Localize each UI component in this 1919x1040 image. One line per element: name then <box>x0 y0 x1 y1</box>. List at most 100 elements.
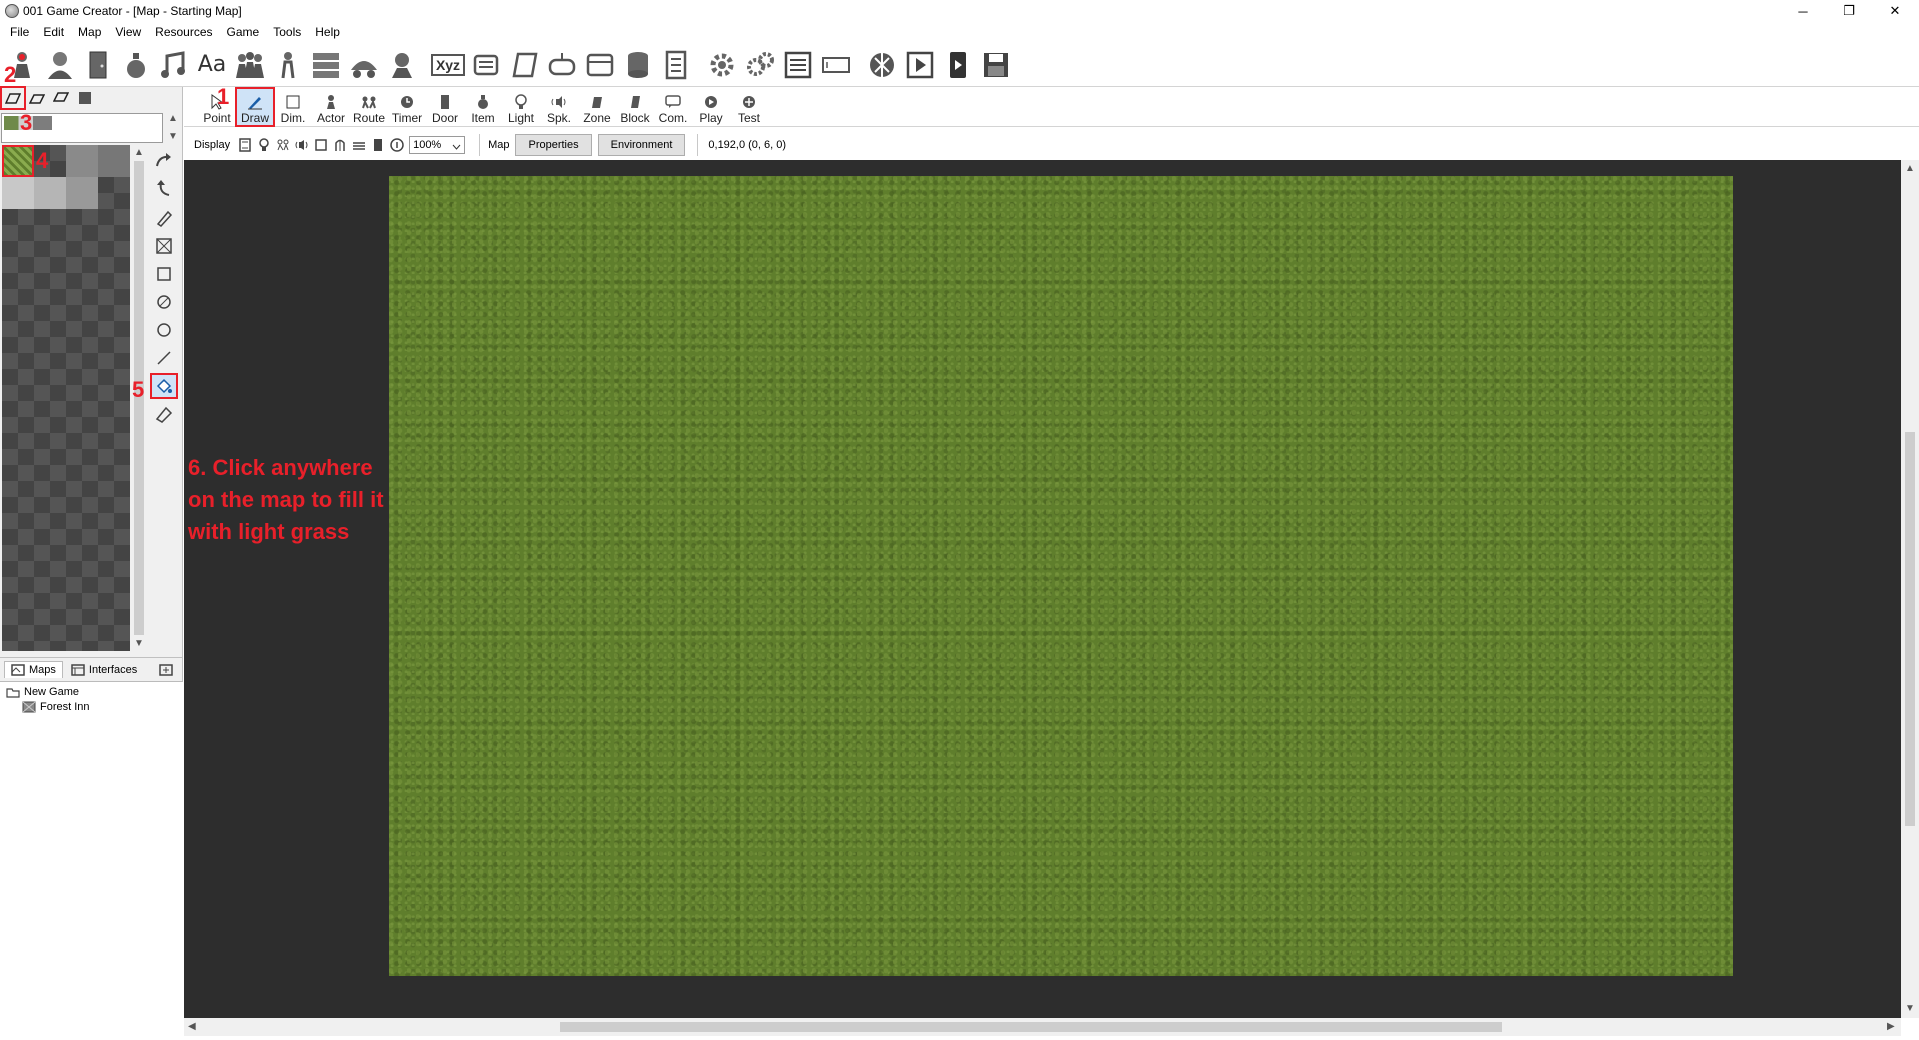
tab-maps[interactable]: Maps <box>4 661 63 678</box>
tree-node-forest-inn[interactable]: Forest Inn <box>22 701 90 713</box>
file-icon[interactable] <box>658 47 694 83</box>
notes-icon[interactable] <box>506 47 542 83</box>
maps-icon <box>11 664 25 676</box>
tab-interfaces[interactable]: Interfaces <box>65 662 143 678</box>
menu-tools[interactable]: Tools <box>266 25 308 39</box>
random-fill-icon[interactable] <box>150 233 178 259</box>
tileset-scrollbar[interactable]: ▲ ▼ <box>166 113 180 143</box>
database-icon[interactable] <box>582 47 618 83</box>
minimize-button[interactable]: ─ <box>1780 0 1826 22</box>
input-box-icon[interactable] <box>818 47 854 83</box>
list-icon[interactable] <box>308 47 344 83</box>
tree-node-new-game[interactable]: New Game <box>6 686 79 698</box>
tool-route[interactable]: Route <box>350 88 388 126</box>
environment-button[interactable]: Environment <box>597 134 686 156</box>
tile-stone-1[interactable] <box>66 145 98 177</box>
menu-file[interactable]: File <box>3 25 36 39</box>
tile-stone-4[interactable] <box>66 177 98 209</box>
rectangle-icon[interactable] <box>150 261 178 287</box>
tool-zone[interactable]: Zone <box>578 88 616 126</box>
tool-draw[interactable]: Draw <box>235 87 275 127</box>
potion-icon[interactable] <box>118 47 154 83</box>
filled-circle-icon[interactable] <box>150 289 178 315</box>
door-icon[interactable] <box>80 47 116 83</box>
film-icon[interactable] <box>236 137 253 154</box>
menu-list-icon[interactable] <box>780 47 816 83</box>
group-icon[interactable] <box>232 47 268 83</box>
eraser-icon[interactable] <box>150 401 178 427</box>
door-display-icon[interactable] <box>331 137 348 154</box>
undo-icon[interactable] <box>150 175 178 201</box>
pencil-icon[interactable] <box>150 205 178 231</box>
tile-stone-3[interactable] <box>34 177 66 209</box>
tile-palette[interactable] <box>2 145 130 651</box>
map-vertical-scrollbar[interactable]: ▲ ▼ <box>1901 160 1919 1018</box>
tool-dim[interactable]: Dim. <box>274 88 312 126</box>
gamepad-icon[interactable] <box>544 47 580 83</box>
tile-dark-grass[interactable] <box>2 177 34 209</box>
tile-light-grass[interactable] <box>2 145 34 177</box>
redo-icon[interactable] <box>150 147 178 173</box>
layer-tab-top[interactable] <box>50 88 72 108</box>
tool-comment[interactable]: Com. <box>654 88 692 126</box>
export-icon[interactable] <box>864 47 900 83</box>
tool-speaker[interactable]: Spk. <box>540 88 578 126</box>
sound-icon[interactable] <box>293 137 310 154</box>
tab-interfaces-label: Interfaces <box>88 663 138 676</box>
tool-door[interactable]: Door <box>426 88 464 126</box>
play-icon <box>704 93 718 111</box>
menu-help[interactable]: Help <box>308 25 347 39</box>
gear-icon[interactable] <box>704 47 740 83</box>
tool-actor[interactable]: Actor <box>312 88 350 126</box>
horizontal-scroll-thumb[interactable] <box>560 1022 1502 1032</box>
layers-icon[interactable] <box>350 137 367 154</box>
save-icon[interactable] <box>978 47 1014 83</box>
info-icon[interactable] <box>388 137 405 154</box>
storage-icon[interactable] <box>620 47 656 83</box>
play-video-icon[interactable] <box>902 47 938 83</box>
vertical-scroll-thumb[interactable] <box>1905 432 1915 826</box>
map-horizontal-scrollbar[interactable]: ◀ ▶ <box>184 1018 1901 1036</box>
vehicle-icon[interactable] <box>346 47 382 83</box>
figure-icon[interactable] <box>270 47 306 83</box>
new-map-icon[interactable] <box>153 662 183 678</box>
tool-light[interactable]: Light <box>502 88 540 126</box>
npc-icon[interactable] <box>384 47 420 83</box>
line-icon[interactable] <box>150 345 178 371</box>
music-icon[interactable] <box>156 47 192 83</box>
tool-item[interactable]: Item <box>464 88 502 126</box>
tile-stone-2[interactable] <box>98 145 130 177</box>
zoom-select[interactable]: 100% <box>409 136 466 154</box>
layer-tab-objects[interactable] <box>74 88 96 108</box>
tool-block[interactable]: Block <box>616 88 654 126</box>
menu-edit[interactable]: Edit <box>36 25 71 39</box>
lightbulb-icon[interactable] <box>255 137 272 154</box>
xyz-icon[interactable]: Xyz <box>430 47 466 83</box>
grass-map-area[interactable] <box>389 176 1733 976</box>
tool-timer[interactable]: Timer <box>388 88 426 126</box>
route-display-icon[interactable] <box>274 137 291 154</box>
restore-button[interactable]: ❐ <box>1826 0 1872 22</box>
map-canvas[interactable] <box>184 160 1901 1018</box>
fill-bucket-icon[interactable] <box>150 373 178 399</box>
block-display-icon[interactable] <box>369 137 386 154</box>
menu-view[interactable]: View <box>108 25 148 39</box>
menu-map[interactable]: Map <box>71 25 108 39</box>
font-icon[interactable]: Aa <box>194 47 230 83</box>
menu-resources[interactable]: Resources <box>148 25 219 39</box>
circle-icon[interactable] <box>150 317 178 343</box>
phone-icon[interactable] <box>940 47 976 83</box>
character-icon[interactable] <box>42 47 78 83</box>
properties-button[interactable]: Properties <box>515 134 592 156</box>
tool-play[interactable]: Play <box>692 88 730 126</box>
menu-game[interactable]: Game <box>220 25 267 39</box>
square-icon <box>286 93 300 111</box>
close-button[interactable]: ✕ <box>1872 0 1918 22</box>
layer-tab-middle[interactable] <box>26 88 48 108</box>
grid-icon[interactable] <box>312 137 329 154</box>
scroll-icon[interactable] <box>468 47 504 83</box>
display-bar: Display 100% Map Properties Environment … <box>184 132 1919 158</box>
layer-tab-ground[interactable] <box>0 86 26 110</box>
gears-icon[interactable] <box>742 47 778 83</box>
tool-test[interactable]: Test <box>730 88 768 126</box>
